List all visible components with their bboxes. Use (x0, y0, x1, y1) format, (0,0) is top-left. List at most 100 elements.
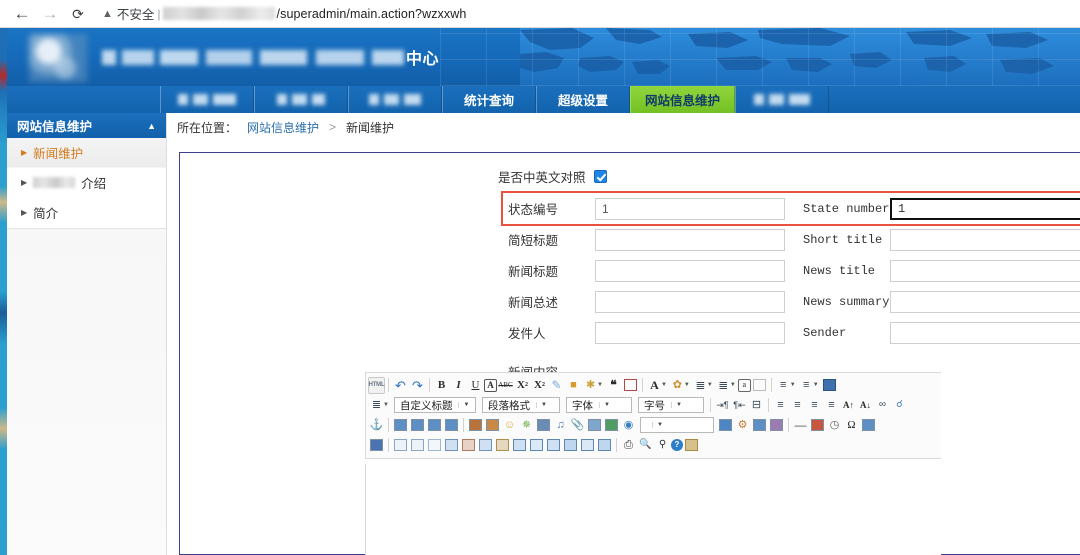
spell-check-icon[interactable] (860, 417, 877, 434)
news-title-en-input[interactable] (890, 259, 1080, 282)
paste-from-word-icon[interactable] (368, 437, 385, 454)
split-cells-icon[interactable] (460, 437, 477, 454)
font-family-select[interactable]: 字体 ▼ (565, 397, 632, 413)
unlink-icon[interactable]: ☌ (891, 397, 908, 414)
page-break-icon[interactable] (751, 377, 768, 394)
align-right-icon[interactable]: ≡ (806, 397, 823, 414)
sender-en-input[interactable] (890, 321, 1080, 344)
align-center-icon[interactable]: ≡ (789, 397, 806, 414)
sidebar-header[interactable]: 网站信息维护 ▲ (7, 113, 166, 138)
breadcrumb-root-link[interactable]: 网站信息维护 (247, 119, 319, 136)
reload-icon[interactable]: ⟳ (64, 0, 92, 28)
table-style-icon[interactable] (579, 437, 596, 454)
delete-column-icon[interactable] (494, 437, 511, 454)
news-summary-en-input[interactable] (890, 290, 1080, 313)
delete-row-icon[interactable] (528, 437, 545, 454)
news-title-cn-input[interactable] (595, 259, 785, 282)
insert-music-icon[interactable]: ♫ (552, 417, 569, 434)
attachment-icon[interactable]: 📎 (569, 417, 586, 434)
anchor-box-icon[interactable]: a (737, 378, 751, 392)
emoji-icon[interactable]: ☺ (501, 417, 518, 434)
insert-webapp-icon[interactable]: ◉ (620, 417, 637, 434)
image-right-align-icon[interactable] (409, 417, 426, 434)
insert-template-icon[interactable] (603, 417, 620, 434)
search-replace-icon[interactable]: ⚲ (654, 437, 671, 454)
insert-map-icon[interactable] (586, 417, 603, 434)
insert-background-icon[interactable] (768, 417, 785, 434)
subscript-icon[interactable]: X2 (531, 377, 548, 394)
text-border-icon[interactable]: A (484, 378, 497, 392)
insert-iframe-icon[interactable] (751, 417, 768, 434)
sidebar-item-brief[interactable]: ▶ 简介 (7, 198, 166, 228)
preview-icon[interactable]: 🔍 (637, 437, 654, 454)
insert-time-icon[interactable]: ◷ (826, 417, 843, 434)
tab-super-settings[interactable]: 超级设置 (536, 86, 630, 113)
insert-table-icon[interactable] (392, 437, 409, 454)
help-icon[interactable]: ? (671, 439, 683, 451)
insert-column-icon[interactable] (477, 437, 494, 454)
tab-redacted-2[interactable] (254, 86, 348, 113)
bold-icon[interactable]: B (433, 377, 450, 394)
strikethrough-icon[interactable]: ABC (497, 377, 514, 394)
link-icon[interactable]: ∞ (874, 397, 891, 414)
table-border-icon[interactable] (545, 437, 562, 454)
chevron-down-icon[interactable]: ▼ (813, 382, 819, 388)
tab-redacted-1[interactable] (160, 86, 254, 113)
chevron-down-icon[interactable]: ▼ (597, 382, 603, 388)
back-icon[interactable]: ← (8, 0, 36, 28)
font-size-select[interactable]: 字号 ▼ (637, 397, 704, 413)
insert-row-icon[interactable] (511, 437, 528, 454)
insert-seo-icon[interactable]: ⚙ (734, 417, 751, 434)
redo-icon[interactable]: ↷ (409, 377, 426, 394)
html-source-button[interactable]: HTML (368, 376, 385, 394)
chevron-down-icon[interactable]: ▼ (661, 382, 667, 388)
blockquote-icon[interactable]: ❝ (605, 377, 622, 394)
bilingual-checkbox[interactable] (593, 169, 607, 183)
remove-format-icon[interactable] (622, 377, 639, 394)
eraser-icon[interactable]: ✎ (548, 377, 565, 394)
horizontal-rule-icon[interactable]: — (792, 417, 809, 434)
editor-content-area[interactable] (365, 464, 941, 555)
news-summary-cn-input[interactable] (595, 290, 785, 313)
paste-plain-icon[interactable] (683, 437, 700, 454)
table-cell-properties-icon[interactable] (426, 437, 443, 454)
ltr-direction-icon[interactable]: ⇥¶ (714, 397, 731, 414)
underline-icon[interactable]: U (467, 377, 484, 394)
insert-media-icon[interactable] (535, 417, 552, 434)
chevron-down-icon[interactable]: ▼ (790, 382, 796, 388)
image-inline-align-icon[interactable] (443, 417, 460, 434)
custom-title-select[interactable]: 自定义标题 ▼ (393, 397, 476, 413)
insert-date-icon[interactable] (809, 417, 826, 434)
state-number-en-input[interactable] (890, 197, 1080, 220)
superscript-icon[interactable]: X2 (514, 377, 531, 394)
fullscreen-icon[interactable] (821, 377, 838, 394)
decrease-font-icon[interactable]: A↓ (857, 397, 874, 414)
align-justify-icon[interactable]: ≡ (823, 397, 840, 414)
insert-flash-icon[interactable]: ✵ (518, 417, 535, 434)
table-sort-icon[interactable] (562, 437, 579, 454)
insert-image-icon[interactable] (467, 417, 484, 434)
sidebar-item-introduction[interactable]: ▶ 介绍 (7, 168, 166, 198)
italic-icon[interactable]: I (450, 377, 467, 394)
paragraph-direction-icon[interactable]: ⊟ (748, 397, 765, 414)
short-title-cn-input[interactable] (595, 228, 785, 251)
tab-redacted-3[interactable] (348, 86, 442, 113)
sender-cn-input[interactable] (595, 321, 785, 344)
anchor-icon[interactable]: ⚓ (368, 417, 385, 434)
special-character-icon[interactable]: Ω (843, 417, 860, 434)
insert-code-icon[interactable] (717, 417, 734, 434)
tab-redacted-4[interactable] (735, 86, 830, 113)
table-align-icon[interactable] (596, 437, 613, 454)
image-center-align-icon[interactable] (426, 417, 443, 434)
state-number-cn-input[interactable] (595, 197, 785, 220)
print-icon[interactable]: ⎙ (620, 437, 637, 454)
chevron-down-icon[interactable]: ▼ (730, 382, 736, 388)
rtl-direction-icon[interactable]: ¶⇤ (731, 397, 748, 414)
align-left-icon[interactable]: ≡ (772, 397, 789, 414)
chevron-down-icon[interactable]: ▼ (383, 402, 389, 408)
paragraph-format-select[interactable]: 段落格式 ▼ (481, 397, 560, 413)
chevron-down-icon[interactable]: ▼ (684, 382, 690, 388)
increase-font-icon[interactable]: A↑ (840, 397, 857, 414)
sidebar-item-news-maintenance[interactable]: ▶ 新闻维护 (7, 138, 166, 168)
forward-icon[interactable]: → (36, 0, 64, 28)
